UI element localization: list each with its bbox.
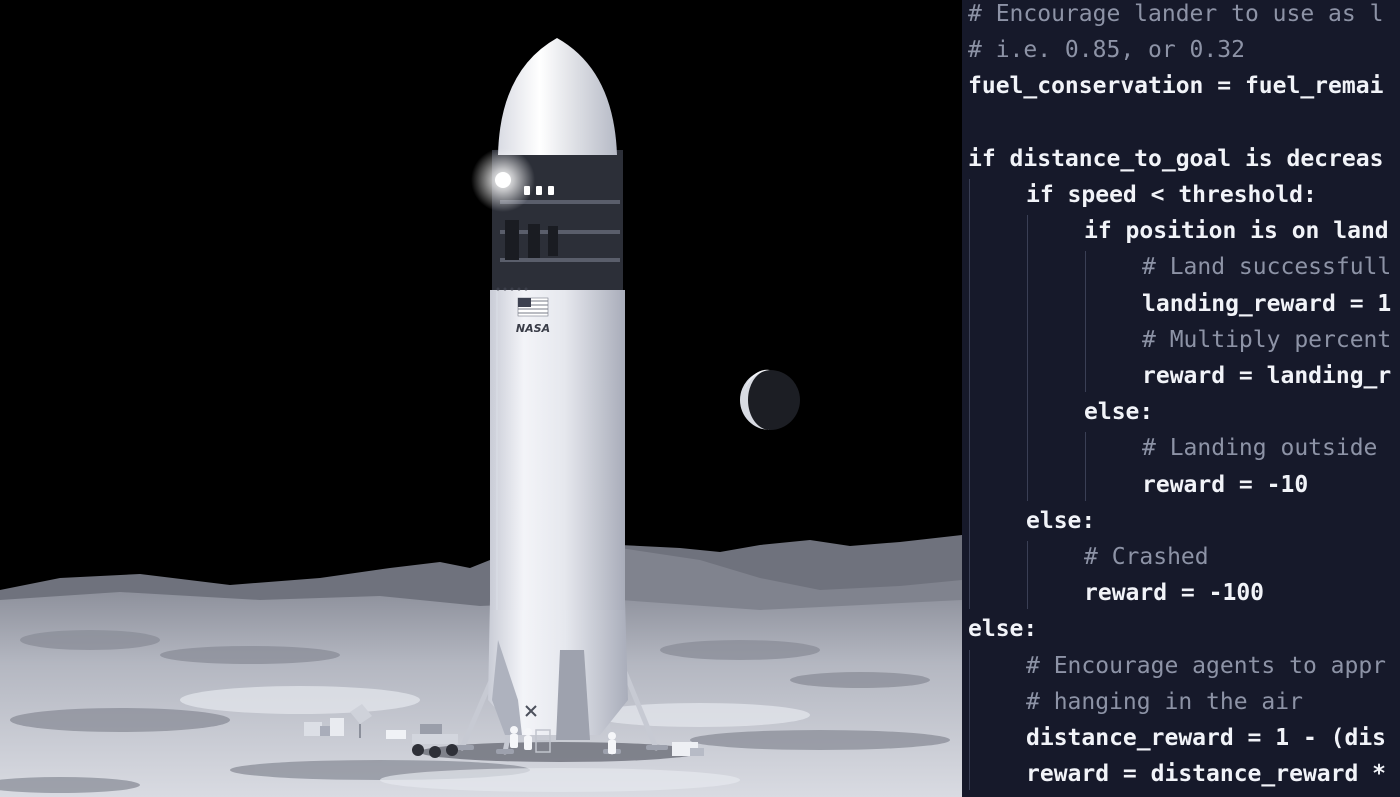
flag-icon	[517, 297, 549, 317]
indent-guide	[1085, 432, 1086, 501]
code-line: reward = distance_reward *	[1026, 761, 1387, 788]
earth-crescent	[740, 369, 800, 430]
code-line: fuel_conservation = fuel_remai	[968, 73, 1384, 100]
code-line: if position is on land	[1084, 218, 1389, 245]
code-line: landing_reward = 1	[1142, 290, 1392, 317]
code-line: if distance_to_goal is decreas	[968, 145, 1384, 172]
lunar-lander-illustration: NASA	[0, 0, 962, 797]
code-line: else:	[1084, 399, 1154, 426]
code-comment-line: # Land successfull	[1142, 254, 1392, 281]
code-line: else:	[968, 616, 1038, 643]
indent-guide	[1085, 251, 1086, 393]
code-comment-line: # Encourage agents to appr	[1026, 652, 1387, 679]
code-comment-line: # i.e. 0.85, or 0.32	[968, 37, 1245, 64]
indent-guide	[969, 649, 970, 791]
illustration-canvas: NASA	[0, 0, 962, 797]
code-comment-line: # Crashed	[1084, 544, 1209, 570]
indent-guide	[1027, 215, 1028, 501]
code-line: else:	[1026, 507, 1096, 534]
indent-guide	[969, 179, 970, 610]
nasa-insignia: NASA	[516, 322, 550, 335]
code-line: distance_reward = 1 - (dis	[1026, 725, 1387, 751]
code-line: if speed < threshold:	[1026, 182, 1317, 208]
code-line: reward = -100	[1084, 580, 1265, 607]
code-comment-line: # Landing outside	[1142, 435, 1378, 462]
code-editor-panel: # Encourage lander to use as l # i.e. 0.8…	[962, 0, 1400, 797]
code-comment-line: # Encourage lander to use as l	[968, 1, 1384, 27]
indent-guide	[1027, 541, 1028, 610]
code-line: reward = landing_r	[1142, 363, 1392, 389]
code-line: reward = -10	[1142, 471, 1309, 498]
code-comment-line: # Multiply percent	[1142, 326, 1392, 353]
code-comment-line: # hanging in the air	[1026, 688, 1303, 715]
